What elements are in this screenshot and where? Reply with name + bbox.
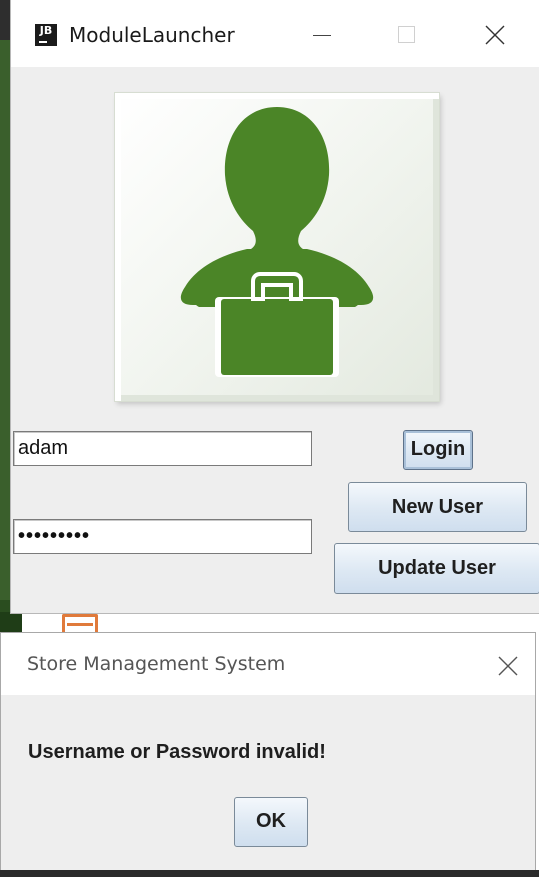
close-icon (485, 25, 505, 45)
minimize-button[interactable] (301, 14, 345, 54)
dialog-titlebar[interactable]: Store Management System (1, 633, 535, 695)
window-title: ModuleLauncher (69, 23, 235, 47)
login-button[interactable]: Login (403, 430, 473, 470)
dialog-close-button[interactable] (485, 647, 529, 685)
password-field[interactable]: ••••••••• (13, 519, 312, 554)
close-icon (498, 656, 518, 676)
close-button[interactable] (473, 14, 517, 54)
maximize-button[interactable] (385, 14, 429, 54)
business-user-icon (180, 107, 374, 377)
ok-button[interactable]: OK (234, 797, 308, 847)
new-user-button[interactable]: New User (348, 482, 527, 532)
taskbar-edge (0, 870, 539, 877)
window-titlebar[interactable]: JB ModuleLauncher (11, 0, 539, 67)
username-field[interactable]: adam (13, 431, 312, 466)
dialog-message: Username or Password invalid! (28, 741, 326, 763)
user-avatar-image (115, 93, 439, 401)
dialog-title: Store Management System (27, 653, 286, 675)
update-user-button[interactable]: Update User (334, 543, 539, 594)
jb-app-icon: JB (35, 24, 57, 46)
module-launcher-window: JB ModuleLauncher adam ••••••••• Login N… (10, 0, 539, 614)
